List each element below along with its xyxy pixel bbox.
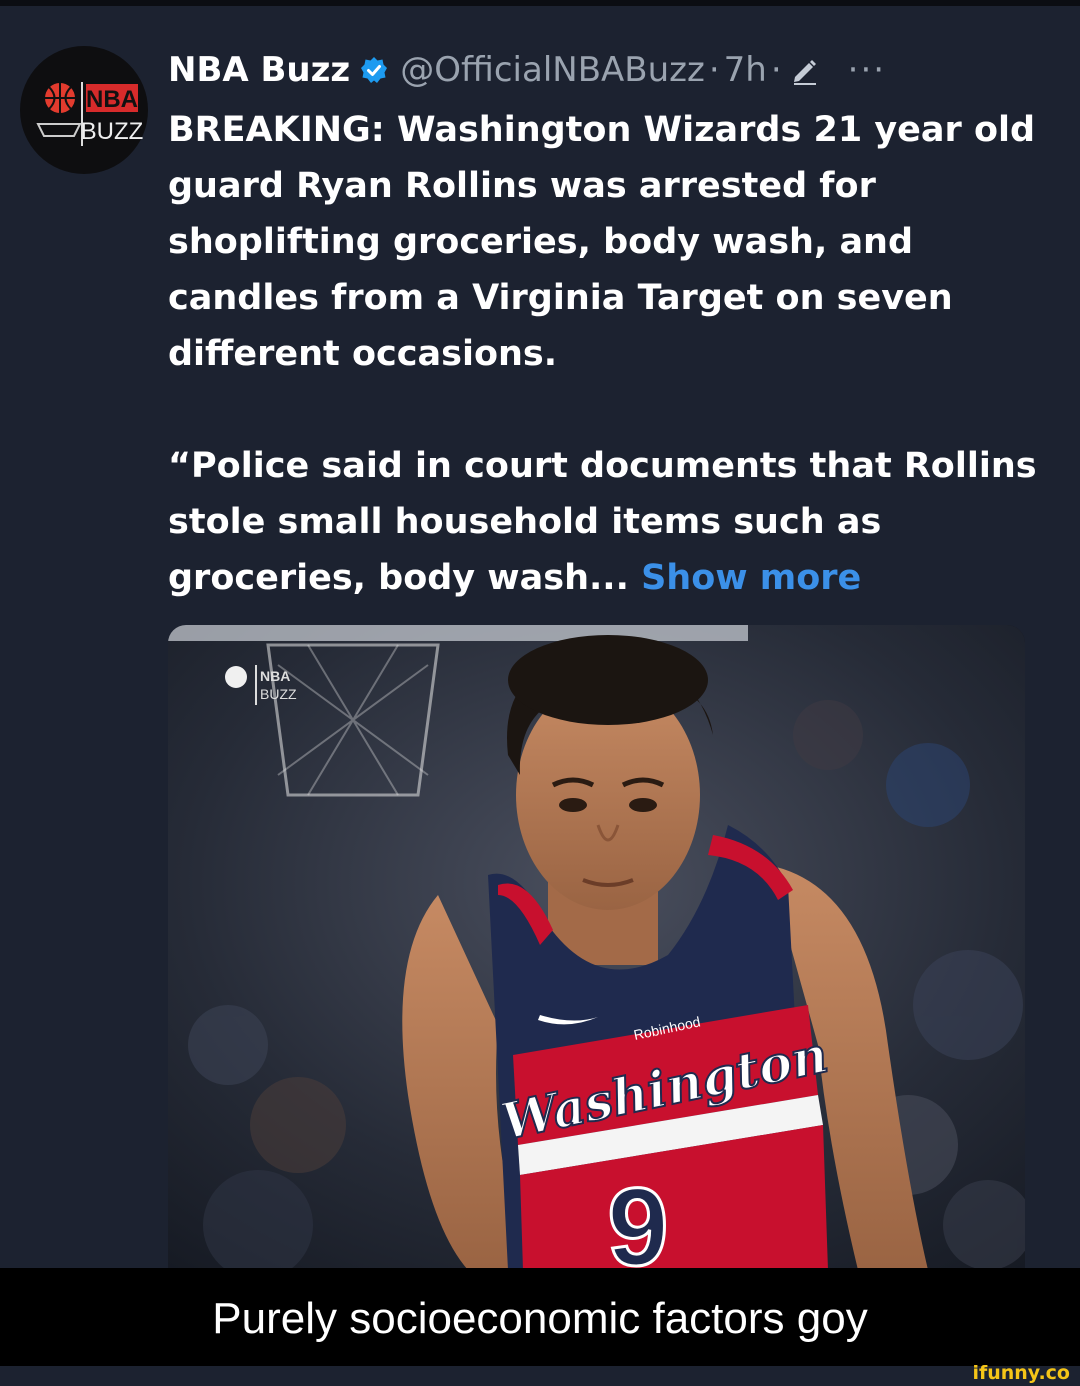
show-more-link[interactable]: Show more: [641, 558, 861, 598]
author-name[interactable]: NBA Buzz: [168, 50, 350, 90]
nba-buzz-logo-icon: NBA BUZZ: [36, 82, 144, 146]
tweet-paragraph-2-text: “Police said in court documents that Rol…: [168, 446, 1037, 598]
footer-strip: [0, 1366, 1080, 1386]
tweet-body: BREAKING: Washington Wizards 21 year old…: [168, 102, 1048, 606]
more-options-ellipsis-icon[interactable]: ···: [848, 50, 886, 90]
jersey-number: 9: [607, 1166, 668, 1270]
ifunny-watermark: ifunny.co: [972, 1362, 1070, 1384]
media-logo-buzz: BUZZ: [260, 686, 297, 702]
top-divider: [0, 0, 1080, 6]
edited-pencil-icon[interactable]: [790, 55, 820, 85]
tweet-time[interactable]: 7h: [724, 50, 767, 90]
separator-dot: ·: [770, 50, 782, 90]
player-photo: NBA BUZZ Washington Robinhood 9: [168, 625, 1025, 1270]
verified-badge-icon: [360, 56, 388, 84]
author-handle[interactable]: @OfficialNBABuzz: [400, 50, 705, 90]
avatar-logo-buzz: BUZZ: [81, 118, 144, 145]
author-avatar[interactable]: NBA BUZZ: [20, 46, 148, 174]
tweet-paragraph-2: “Police said in court documents that Rol…: [168, 438, 1048, 606]
separator-dot: ·: [708, 50, 720, 90]
meme-caption-bar: Purely socioeconomic factors goy: [0, 1268, 1080, 1366]
tweet-header: NBA Buzz @OfficialNBABuzz · 7h · ···: [168, 44, 886, 96]
tweet-media-photo[interactable]: NBA BUZZ Washington Robinhood 9: [168, 625, 1025, 1270]
tweet-paragraph-1: BREAKING: Washington Wizards 21 year old…: [168, 110, 1036, 374]
avatar-logo-nba: NBA: [86, 86, 138, 113]
media-logo-nba: NBA: [260, 668, 290, 684]
meme-caption: Purely socioeconomic factors goy: [212, 1294, 868, 1343]
